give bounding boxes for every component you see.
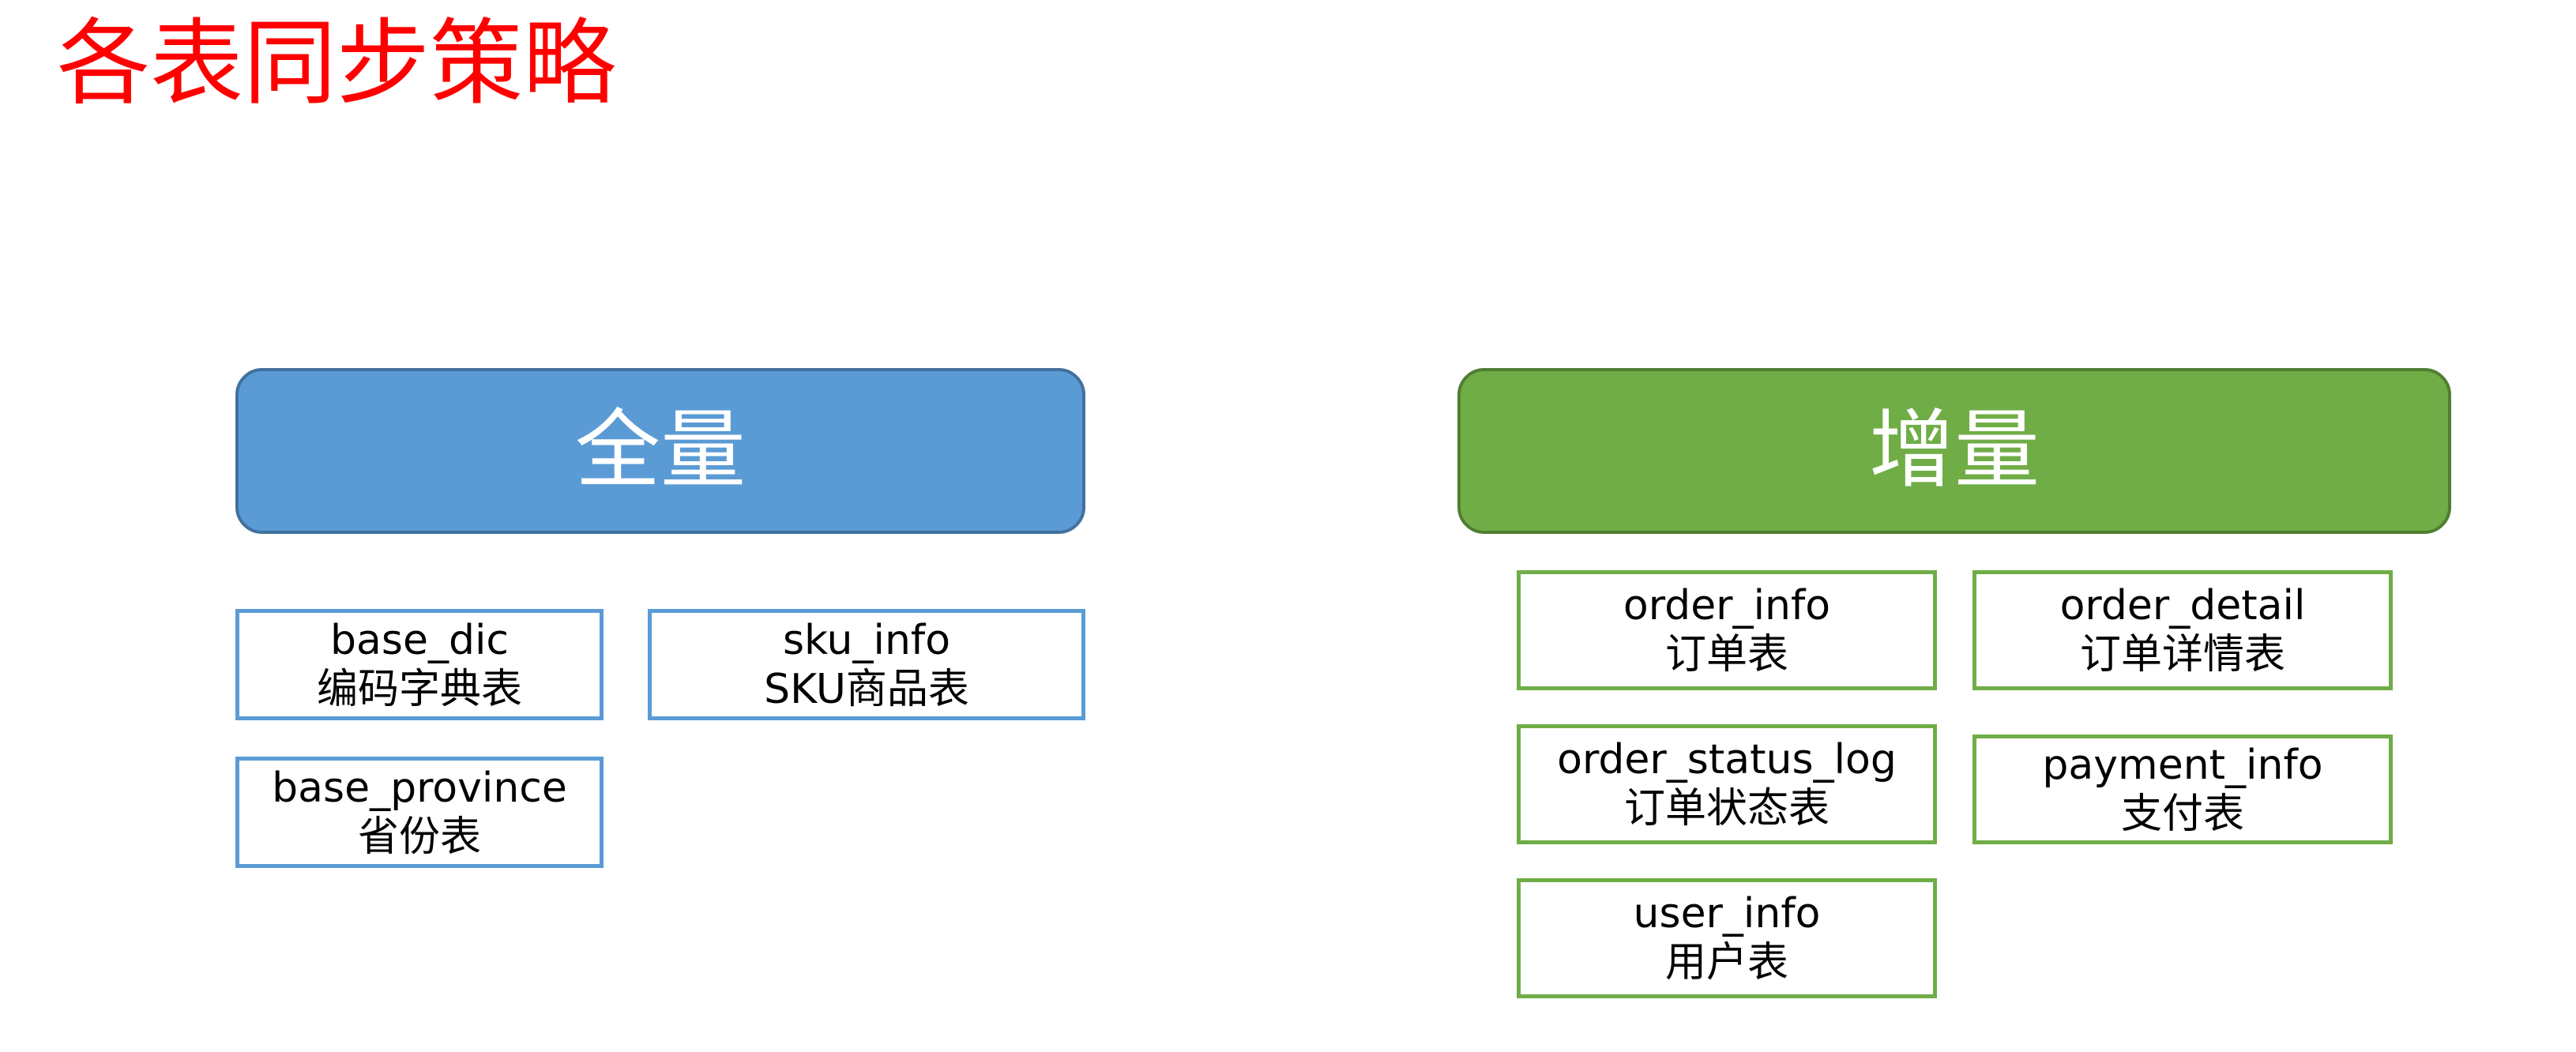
table-name: order_info [1623, 582, 1831, 629]
table-box-payment-info: payment_info 支付表 [1972, 735, 2393, 844]
table-box-base-province: base_province 省份表 [235, 757, 604, 868]
table-desc: 编码字典表 [316, 665, 522, 713]
table-name: user_info [1633, 890, 1821, 937]
table-box-order-detail: order_detail 订单详情表 [1972, 570, 2393, 690]
table-desc: 订单详情表 [2079, 631, 2285, 678]
incremental-sync-label: 增量 [1868, 401, 2040, 500]
table-box-order-info: order_info 订单表 [1517, 570, 1937, 690]
table-name: order_status_log [1557, 736, 1897, 783]
full-sync-label: 全量 [574, 401, 746, 500]
table-desc: 用户表 [1664, 939, 1788, 986]
table-name: sku_info [782, 616, 951, 664]
table-name: payment_info [2042, 741, 2323, 789]
full-sync-header: 全量 [235, 368, 1085, 534]
table-name: order_detail [2059, 582, 2306, 629]
table-box-order-status-log: order_status_log 订单状态表 [1517, 724, 1937, 844]
table-box-sku-info: sku_info SKU商品表 [648, 609, 1085, 720]
table-name: base_province [272, 764, 567, 812]
incremental-sync-header: 增量 [1457, 368, 2451, 534]
table-box-user-info: user_info 用户表 [1517, 878, 1937, 998]
table-desc: 订单状态表 [1623, 785, 1830, 832]
table-desc: 支付表 [2120, 790, 2244, 838]
table-box-base-dic: base_dic 编码字典表 [235, 609, 604, 720]
table-desc: 订单表 [1664, 631, 1788, 678]
table-desc: 省份表 [357, 813, 481, 861]
table-name: base_dic [329, 616, 509, 664]
page-title: 各表同步策略 [57, 9, 617, 118]
table-desc: SKU商品表 [764, 665, 969, 713]
